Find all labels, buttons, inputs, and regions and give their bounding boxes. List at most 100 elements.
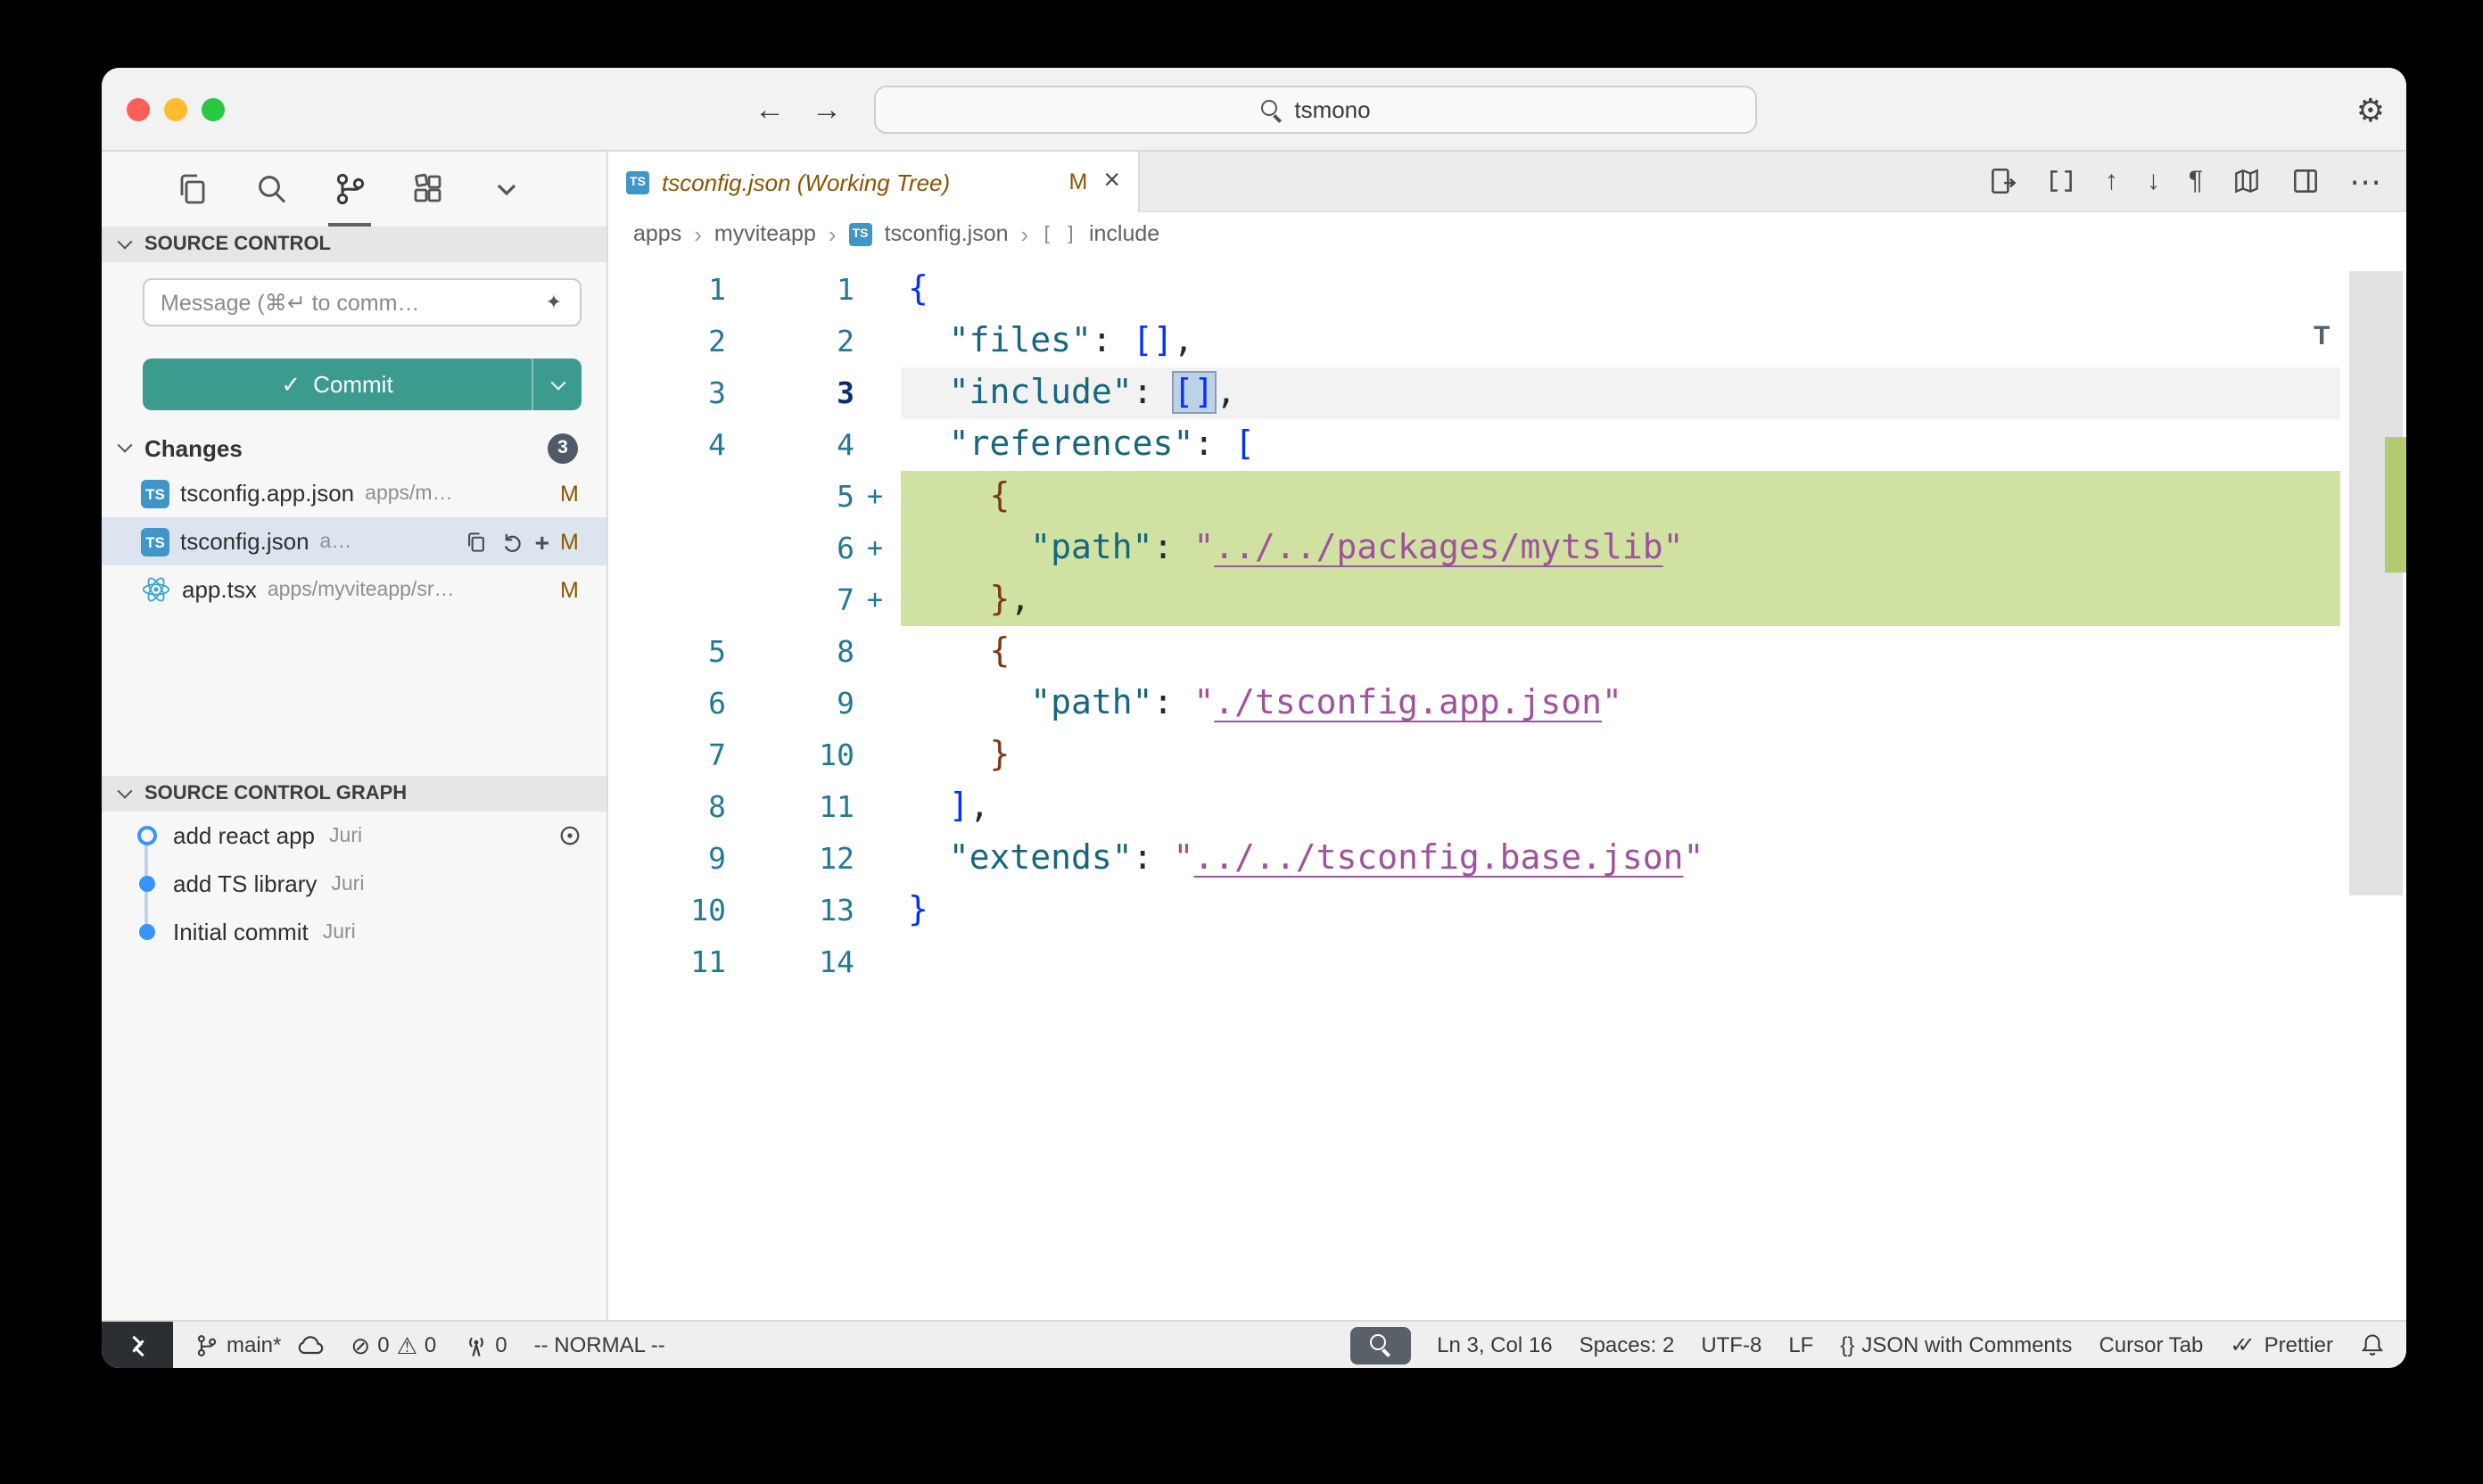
problems-indicator[interactable]: ⊘ 0 ⚠ 0 xyxy=(351,1332,436,1357)
source-control-graph-header[interactable]: SOURCE CONTROL GRAPH xyxy=(102,776,606,812)
commit-graph: add react app Juri add TS library Juri I… xyxy=(102,812,606,956)
settings-gear-icon[interactable]: ⚙ xyxy=(2356,94,2385,126)
editor-overlay-letter: T xyxy=(2314,321,2330,351)
tab-tsconfig-working-tree[interactable]: TS tsconfig.json (Working Tree) M × xyxy=(608,152,1140,212)
breadcrumb-item-myviteapp[interactable]: myviteapp xyxy=(714,221,816,246)
file-path: apps/myviteapp/sr… xyxy=(268,579,455,600)
whitespace-toggle-icon[interactable]: ¶ xyxy=(2189,168,2203,194)
map-icon[interactable] xyxy=(2231,166,2262,196)
commit-message-input[interactable] xyxy=(143,278,582,326)
code-line[interactable]: 1114 xyxy=(608,936,2406,988)
typescript-file-icon: TS xyxy=(141,479,169,507)
eol: LF xyxy=(1788,1332,1813,1357)
ports-indicator[interactable]: 0 xyxy=(463,1332,507,1357)
code-line[interactable]: 912 "extends": "../../tsconfig.base.json… xyxy=(608,833,2406,885)
changes-section-header[interactable]: Changes 3 xyxy=(102,426,606,469)
stage-changes-icon[interactable]: + xyxy=(535,527,549,556)
commit-row[interactable]: Initial commit Juri xyxy=(102,908,606,956)
search-view-icon[interactable] xyxy=(252,169,291,209)
commit-dot-icon xyxy=(136,826,156,845)
vscode-window: ← → tsmono ⚙ xyxy=(102,68,2406,1368)
file-name: tsconfig.app.json xyxy=(180,480,354,507)
more-views-chevron-icon[interactable] xyxy=(487,169,526,209)
chevron-right-icon: › xyxy=(694,220,702,247)
breadcrumb-item-apps[interactable]: apps xyxy=(633,221,681,246)
desktop: ← → tsmono ⚙ xyxy=(0,0,2483,1484)
code-line[interactable]: 710 } xyxy=(608,730,2406,781)
scrollbar-thumb[interactable] xyxy=(2349,271,2403,895)
close-tab-icon[interactable]: × xyxy=(1103,168,1120,196)
more-actions-icon[interactable]: ⋯ xyxy=(2349,165,2381,197)
encoding-indicator[interactable]: UTF-8 xyxy=(1701,1332,1761,1357)
breadcrumb-item-tsconfig[interactable]: tsconfig.json xyxy=(885,221,1009,246)
compare-side-by-side-icon[interactable] xyxy=(2046,166,2076,196)
code-line[interactable]: 22 "files": [], xyxy=(608,316,2406,367)
titlebar: ← → tsmono ⚙ xyxy=(102,68,2406,152)
code-line[interactable]: 5+ { xyxy=(608,471,2406,523)
error-icon: ⊘ xyxy=(351,1333,370,1356)
code-line[interactable]: 6+ "path": "../../packages/mytslib" xyxy=(608,523,2406,574)
formatter-indicator[interactable]: ✓✓ Prettier xyxy=(2230,1332,2333,1357)
traffic-lights xyxy=(127,98,225,121)
source-control-section-header[interactable]: SOURCE CONTROL xyxy=(102,227,606,262)
cursor-position: Ln 3, Col 16 xyxy=(1437,1332,1552,1357)
section-title: SOURCE CONTROL xyxy=(144,234,331,255)
commit-row[interactable]: add TS library Juri xyxy=(102,860,606,908)
cursor-tab-indicator[interactable]: Cursor Tab xyxy=(2099,1332,2203,1357)
diff-editor[interactable]: 11{22 "files": [],33 "include": [],44 "r… xyxy=(608,255,2406,1320)
source-control-view-icon[interactable] xyxy=(330,169,369,209)
file-row-app-tsx[interactable]: app.tsx apps/myviteapp/sr… M xyxy=(102,565,606,614)
branch-indicator[interactable]: main* xyxy=(194,1331,324,1358)
file-path: apps/m… xyxy=(365,482,452,504)
open-file-icon[interactable] xyxy=(464,529,489,554)
code-line[interactable]: 811 ], xyxy=(608,781,2406,833)
command-center-search[interactable]: tsmono xyxy=(874,86,1757,134)
sparkle-icon[interactable]: ✦ xyxy=(546,291,562,314)
goto-ref-icon[interactable] xyxy=(558,824,582,847)
editor-actions: ↑ ↓ ¶ ⋯ xyxy=(1987,152,2406,210)
zoom-chip[interactable] xyxy=(1349,1326,1410,1364)
file-row-tsconfig-app[interactable]: TS tsconfig.app.json apps/m… M xyxy=(102,469,606,517)
commit-button-label: Commit xyxy=(313,371,393,398)
code-line[interactable]: 11{ xyxy=(608,264,2406,316)
cursor-position-indicator[interactable]: Ln 3, Col 16 xyxy=(1437,1332,1552,1357)
file-row-tsconfig-selected[interactable]: TS tsconfig.json a… + M xyxy=(102,517,606,565)
check-icon: ✓ xyxy=(281,370,301,399)
previous-change-icon[interactable]: ↑ xyxy=(2105,168,2118,194)
next-change-icon[interactable]: ↓ xyxy=(2147,168,2160,194)
indentation-indicator[interactable]: Spaces: 2 xyxy=(1580,1332,1675,1357)
code-lines: 11{22 "files": [],33 "include": [],44 "r… xyxy=(608,255,2406,988)
tab-title: tsconfig.json (Working Tree) xyxy=(662,169,950,195)
language-mode-indicator[interactable]: {} JSON with Comments xyxy=(1840,1332,2072,1357)
code-line[interactable]: 69 "path": "./tsconfig.app.json" xyxy=(608,678,2406,730)
zoom-window-button[interactable] xyxy=(202,98,225,121)
remote-indicator[interactable] xyxy=(102,1322,173,1368)
notifications-bell[interactable] xyxy=(2360,1332,2385,1357)
braces-icon: {} xyxy=(1840,1332,1854,1357)
code-line[interactable]: 33 "include": [], xyxy=(608,367,2406,419)
commit-dot-icon xyxy=(138,876,154,892)
vim-mode-indicator[interactable]: -- NORMAL -- xyxy=(534,1332,665,1357)
code-line[interactable]: 1013} xyxy=(608,885,2406,936)
code-line[interactable]: 58 { xyxy=(608,626,2406,678)
code-line[interactable]: 7+ }, xyxy=(608,574,2406,626)
commit-dropdown-button[interactable] xyxy=(532,359,582,410)
error-count: 0 xyxy=(377,1332,389,1357)
breadcrumb-item-include[interactable]: include xyxy=(1089,221,1159,246)
close-window-button[interactable] xyxy=(127,98,150,121)
commit-row[interactable]: add react app Juri xyxy=(102,812,606,860)
commit-button[interactable]: ✓ Commit xyxy=(143,359,582,410)
open-file-icon[interactable] xyxy=(1987,166,2017,196)
minimize-window-button[interactable] xyxy=(164,98,187,121)
indentation: Spaces: 2 xyxy=(1580,1332,1675,1357)
back-icon[interactable]: ← xyxy=(755,92,785,128)
language-mode: JSON with Comments xyxy=(1861,1332,2072,1357)
explorer-icon[interactable] xyxy=(173,169,212,209)
forward-icon[interactable]: → xyxy=(812,92,842,128)
eol-indicator[interactable]: LF xyxy=(1788,1332,1813,1357)
split-editor-icon[interactable] xyxy=(2290,166,2321,196)
ports-count: 0 xyxy=(495,1332,507,1357)
extensions-view-icon[interactable] xyxy=(408,169,448,209)
discard-changes-icon[interactable] xyxy=(499,529,524,554)
code-line[interactable]: 44 "references": [ xyxy=(608,419,2406,471)
